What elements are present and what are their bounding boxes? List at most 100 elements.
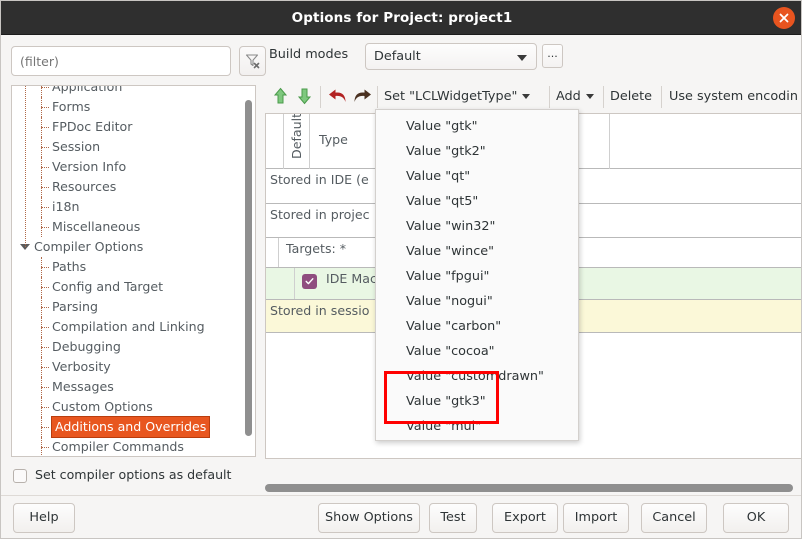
- sidebar-item-application[interactable]: Application: [12, 85, 255, 97]
- chevron-down-icon: [517, 55, 527, 61]
- sidebar-item-custom-options[interactable]: Custom Options: [12, 397, 255, 417]
- sidebar-item-messages[interactable]: Messages: [12, 377, 255, 397]
- sidebar-item-parsing[interactable]: Parsing: [12, 297, 255, 317]
- sidebar-item-forms[interactable]: Forms: [12, 97, 255, 117]
- tree-trunk-line: [41, 297, 42, 317]
- tree-branch-line: [41, 167, 49, 168]
- sidebar-item-label: Compiler Commands: [52, 439, 184, 454]
- menu-item-value-customdrawn[interactable]: Value "customdrawn": [376, 364, 578, 389]
- table-header-type-label: Type: [319, 132, 348, 147]
- menu-item-label: Value "gtk2": [406, 144, 486, 159]
- table-row-label: Stored in sessio: [270, 303, 370, 318]
- menu-item-value-mui[interactable]: Value "mui": [376, 414, 578, 439]
- tree-scrollbar[interactable]: [244, 100, 253, 436]
- menu-item-value-qt5[interactable]: Value "qt5": [376, 189, 578, 214]
- toolbar-separator: [549, 86, 550, 108]
- delete-button[interactable]: Delete: [610, 84, 652, 110]
- use-system-encoding-button[interactable]: Use system encodin: [669, 84, 798, 110]
- menu-item-value-win32[interactable]: Value "win32": [376, 214, 578, 239]
- tree-branch-line: [41, 347, 49, 348]
- table-row-label: Stored in projec: [270, 207, 370, 222]
- sidebar-item-compiler-options[interactable]: Compiler Options: [12, 237, 255, 257]
- tree-branch-line: [41, 187, 49, 188]
- sidebar-item-paths[interactable]: Paths: [12, 257, 255, 277]
- sidebar-item-debugging[interactable]: Debugging: [12, 337, 255, 357]
- sidebar-item-compiler-commands[interactable]: Compiler Commands: [12, 437, 255, 456]
- arrow-down-glyph: [297, 88, 312, 105]
- sidebar-item-additions-and-overrides[interactable]: Additions and Overrides: [12, 416, 255, 438]
- build-modes-more-button[interactable]: ...: [542, 44, 563, 68]
- funnel-x-glyph: [245, 54, 260, 69]
- sidebar-item-label: Version Info: [52, 159, 127, 174]
- tree-trunk-line: [41, 117, 42, 137]
- arrow-down-icon[interactable]: [297, 87, 312, 109]
- build-modes-label: Build modes: [269, 47, 349, 62]
- footer-divider: [1, 495, 801, 496]
- options-dialog: Options for Project: project1 Build mode…: [0, 0, 802, 539]
- sidebar-item-resources[interactable]: Resources: [12, 177, 255, 197]
- menu-item-value-gtk3[interactable]: Value "gtk3": [376, 389, 578, 414]
- build-modes-select[interactable]: Default: [365, 43, 537, 70]
- tree-scrollbar-thumb[interactable]: [245, 100, 252, 436]
- sidebar-item-version-info[interactable]: Version Info: [12, 157, 255, 177]
- menu-item-label: Value "nogui": [406, 294, 493, 309]
- menu-item-value-cocoa[interactable]: Value "cocoa": [376, 339, 578, 364]
- sidebar-item-label: Messages: [52, 379, 114, 394]
- table-hscrollbar-thumb[interactable]: [265, 484, 793, 492]
- filter-clear-icon[interactable]: [239, 46, 266, 76]
- cancel-button[interactable]: Cancel: [641, 503, 707, 533]
- tree-trunk-line: [41, 277, 42, 297]
- add-button[interactable]: Add: [556, 84, 594, 110]
- set-lclwidgettype-button[interactable]: Set "LCLWidgetType": [384, 84, 531, 110]
- help-button[interactable]: Help: [13, 503, 75, 533]
- tree-branch-line: [41, 307, 49, 308]
- menu-item-value-fpgui[interactable]: Value "fpgui": [376, 264, 578, 289]
- table-hscrollbar[interactable]: [265, 483, 801, 493]
- close-icon[interactable]: [773, 7, 795, 29]
- close-glyph: [779, 13, 789, 23]
- table-row-indent-guide: [294, 268, 295, 299]
- arrow-up-icon[interactable]: [273, 87, 288, 109]
- set-compiler-default-checkbox[interactable]: [13, 469, 27, 483]
- redo-glyph: [354, 89, 371, 102]
- tree-branch-line: [41, 427, 49, 428]
- undo-glyph: [329, 89, 346, 102]
- sidebar-item-label: Application: [52, 85, 123, 94]
- tree-trunk-line: [41, 97, 42, 117]
- show-options-button[interactable]: Show Options: [318, 503, 420, 533]
- menu-item-value-qt[interactable]: Value "qt": [376, 164, 578, 189]
- row-checkbox[interactable]: [302, 274, 317, 289]
- menu-item-value-gtk2[interactable]: Value "gtk2": [376, 139, 578, 164]
- menu-item-value-nogui[interactable]: Value "nogui": [376, 289, 578, 314]
- sidebar-item-miscellaneous[interactable]: Miscellaneous: [12, 217, 255, 237]
- sidebar-item-i18n[interactable]: i18n: [12, 197, 255, 217]
- title-bar: Options for Project: project1: [1, 1, 801, 35]
- menu-item-label: Value "cocoa": [406, 344, 495, 359]
- table-row-indent-guide: [278, 238, 279, 267]
- menu-item-value-gtk[interactable]: Value "gtk": [376, 114, 578, 139]
- sidebar-item-config-and-target[interactable]: Config and Target: [12, 277, 255, 297]
- add-label: Add: [556, 89, 581, 104]
- sidebar-item-label: FPDoc Editor: [52, 119, 133, 134]
- sidebar-item-compilation-and-linking[interactable]: Compilation and Linking: [12, 317, 255, 337]
- sidebar-item-label: Config and Target: [52, 279, 164, 294]
- ok-button[interactable]: OK: [723, 503, 789, 533]
- search-input[interactable]: [11, 46, 231, 76]
- sidebar-item-label: Verbosity: [52, 359, 111, 374]
- menu-item-label: Value "fpgui": [406, 269, 490, 284]
- import-button[interactable]: Import: [563, 503, 629, 533]
- menu-item-label: Value "gtk3": [406, 394, 486, 409]
- menu-item-value-carbon[interactable]: Value "carbon": [376, 314, 578, 339]
- options-tree[interactable]: Application Forms FPDoc Editor Session Versi…: [11, 85, 256, 457]
- sidebar-item-verbosity[interactable]: Verbosity: [12, 357, 255, 377]
- test-button[interactable]: Test: [429, 503, 477, 533]
- table-header-default[interactable]: Default: [284, 114, 310, 169]
- undo-arrow-icon[interactable]: [328, 88, 347, 109]
- export-button[interactable]: Export: [492, 503, 558, 533]
- tree-trunk-line: [41, 417, 42, 437]
- menu-item-value-wince[interactable]: Value "wince": [376, 239, 578, 264]
- redo-arrow-icon[interactable]: [353, 88, 372, 109]
- sidebar-item-fpdoc-editor[interactable]: FPDoc Editor: [12, 117, 255, 137]
- menu-item-label: Value "qt5": [406, 194, 479, 209]
- sidebar-item-session[interactable]: Session: [12, 137, 255, 157]
